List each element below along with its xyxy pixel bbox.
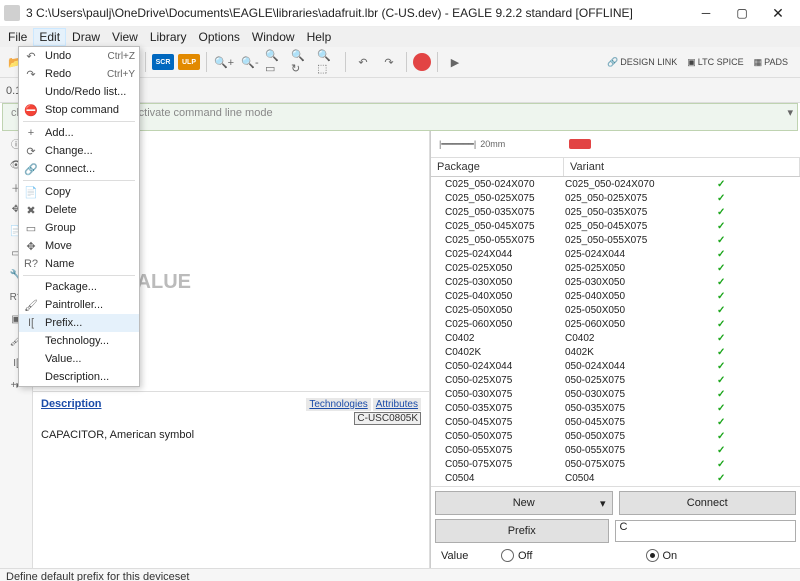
edit-menu-dropdown: ↶UndoCtrl+Z↷RedoCtrl+YUndo/Redo list...⛔… bbox=[18, 46, 140, 387]
zoom-out-icon[interactable]: 🔍- bbox=[239, 51, 261, 73]
table-row[interactable]: C0504C0504✓ bbox=[431, 471, 800, 485]
ltspice-button[interactable]: ▣LTC SPICE bbox=[687, 57, 743, 68]
titlebar: 3 C:\Users\paulj\OneDrive\Documents\EAGL… bbox=[0, 0, 800, 27]
prefix-input[interactable]: C bbox=[615, 520, 797, 542]
menu-item-package-[interactable]: Package... bbox=[19, 278, 139, 296]
menu-help[interactable]: Help bbox=[301, 28, 338, 46]
tech-value: C-USC0805K bbox=[354, 412, 421, 425]
table-row[interactable]: C025-024X044025-024X044✓ bbox=[431, 247, 800, 261]
menu-item-delete[interactable]: ✖Delete bbox=[19, 201, 139, 219]
table-row[interactable]: C050-024X044050-024X044✓ bbox=[431, 359, 800, 373]
table-row[interactable]: C025-030X050025-030X050✓ bbox=[431, 275, 800, 289]
value-on-radio[interactable] bbox=[646, 549, 659, 562]
undo-icon[interactable]: ↶ bbox=[352, 51, 374, 73]
description-text: CAPACITOR, American symbol bbox=[41, 429, 421, 441]
menu-window[interactable]: Window bbox=[246, 28, 301, 46]
menu-view[interactable]: View bbox=[106, 28, 144, 46]
table-row[interactable]: C025_050-045X075025_050-045X075✓ bbox=[431, 219, 800, 233]
col-variant[interactable]: Variant bbox=[564, 158, 800, 176]
table-row[interactable]: C050-030X075050-030X075✓ bbox=[431, 387, 800, 401]
table-row[interactable]: C050-075X075050-075X075✓ bbox=[431, 457, 800, 471]
menu-item-description-[interactable]: Description... bbox=[19, 368, 139, 386]
package-table: Package Variant C025_050-024X070C025_050… bbox=[431, 158, 800, 487]
table-row[interactable]: C050-025X075050-025X075✓ bbox=[431, 373, 800, 387]
table-row[interactable]: C050-050X075050-050X075✓ bbox=[431, 429, 800, 443]
menu-item-connect-[interactable]: 🔗Connect... bbox=[19, 160, 139, 178]
window-title: 3 C:\Users\paulj\OneDrive\Documents\EAGL… bbox=[26, 6, 688, 20]
table-row[interactable]: C025-040X050025-040X050✓ bbox=[431, 289, 800, 303]
menu-item-undo-redo-list-[interactable]: Undo/Redo list... bbox=[19, 83, 139, 101]
menu-item-move[interactable]: ✥Move bbox=[19, 237, 139, 255]
value-label-text: Value bbox=[441, 550, 501, 562]
redo-icon[interactable]: ↷ bbox=[378, 51, 400, 73]
description-link[interactable]: Description bbox=[41, 398, 102, 411]
app-icon bbox=[4, 5, 20, 21]
menu-item-name[interactable]: R?Name bbox=[19, 255, 139, 273]
menu-item-technology-[interactable]: Technology... bbox=[19, 332, 139, 350]
package-panel: |━━━━━━|20mm Package Variant C025_050-02… bbox=[430, 131, 800, 568]
new-button[interactable]: New▾ bbox=[435, 491, 613, 515]
menu-draw[interactable]: Draw bbox=[66, 28, 106, 46]
prefix-button[interactable]: Prefix bbox=[435, 519, 609, 543]
maximize-button[interactable]: ▢ bbox=[724, 0, 760, 26]
menu-edit[interactable]: Edit bbox=[33, 28, 66, 46]
value-off-radio[interactable] bbox=[501, 549, 514, 562]
chevron-down-icon[interactable]: ▾ bbox=[787, 106, 793, 119]
technologies-link[interactable]: Technologies bbox=[306, 398, 370, 411]
zoom-in-icon[interactable]: 🔍+ bbox=[213, 51, 235, 73]
minimize-button[interactable]: ─ bbox=[688, 0, 724, 26]
table-row[interactable]: C025_050-025X075025_050-025X075✓ bbox=[431, 191, 800, 205]
design-link-button[interactable]: 🔗DESIGN LINK bbox=[607, 57, 677, 68]
table-row[interactable]: C025_050-024X070C025_050-024X070✓ bbox=[431, 177, 800, 191]
menu-item-stop-command[interactable]: ⛔Stop command bbox=[19, 101, 139, 119]
connect-button[interactable]: Connect bbox=[619, 491, 797, 515]
menu-item-prefix-[interactable]: I[Prefix... bbox=[19, 314, 139, 332]
menu-library[interactable]: Library bbox=[144, 28, 193, 46]
zoom-redraw-icon[interactable]: 🔍↻ bbox=[291, 51, 313, 73]
menu-item-group[interactable]: ▭Group bbox=[19, 219, 139, 237]
table-row[interactable]: C050-035X075050-035X075✓ bbox=[431, 401, 800, 415]
table-row[interactable]: C025_050-055X075025_050-055X075✓ bbox=[431, 233, 800, 247]
table-row[interactable]: C025_050-035X075025_050-035X075✓ bbox=[431, 205, 800, 219]
close-button[interactable]: ✕ bbox=[760, 0, 796, 26]
zoom-fit-icon[interactable]: 🔍▭ bbox=[265, 51, 287, 73]
ulp-button[interactable]: ULP bbox=[178, 54, 200, 70]
table-row[interactable]: C025-060X050025-060X050✓ bbox=[431, 317, 800, 331]
description-panel: Description Technologies Attributes C-US… bbox=[33, 391, 429, 579]
table-row[interactable]: C050-055X075050-055X075✓ bbox=[431, 443, 800, 457]
table-row[interactable]: C0402C0402✓ bbox=[431, 331, 800, 345]
zoom-select-icon[interactable]: 🔍⬚ bbox=[317, 51, 339, 73]
menu-item-change-[interactable]: ⟳Change... bbox=[19, 142, 139, 160]
menu-item-value-[interactable]: Value... bbox=[19, 350, 139, 368]
go-icon[interactable]: ▶ bbox=[444, 51, 466, 73]
stop-icon[interactable] bbox=[413, 53, 431, 71]
table-row[interactable]: C0402K0402K✓ bbox=[431, 345, 800, 359]
scr-button[interactable]: SCR bbox=[152, 54, 174, 70]
red-marker bbox=[569, 139, 591, 149]
ruler: |━━━━━━|20mm bbox=[431, 131, 800, 158]
menubar: FileEditDrawViewLibraryOptionsWindowHelp bbox=[0, 27, 800, 47]
menu-file[interactable]: File bbox=[2, 28, 33, 46]
menu-item-add-[interactable]: +Add... bbox=[19, 124, 139, 142]
col-package[interactable]: Package bbox=[431, 158, 564, 176]
menu-item-redo[interactable]: ↷RedoCtrl+Y bbox=[19, 65, 139, 83]
pads-button[interactable]: ▦PADS bbox=[754, 57, 788, 68]
table-row[interactable]: C050-045X075050-045X075✓ bbox=[431, 415, 800, 429]
menu-item-paintroller-[interactable]: 🖌Paintroller... bbox=[19, 296, 139, 314]
menu-item-undo[interactable]: ↶UndoCtrl+Z bbox=[19, 47, 139, 65]
attributes-link[interactable]: Attributes bbox=[373, 398, 421, 411]
table-row[interactable]: C025-025X050025-025X050✓ bbox=[431, 261, 800, 275]
table-row[interactable]: C025-050X050025-050X050✓ bbox=[431, 303, 800, 317]
menu-options[interactable]: Options bbox=[193, 28, 246, 46]
menu-item-copy[interactable]: 📄Copy bbox=[19, 183, 139, 201]
